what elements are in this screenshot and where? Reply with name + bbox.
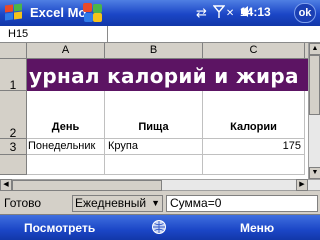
scroll-left-icon[interactable]: ◀ <box>0 179 12 191</box>
status-bar: Готово Ежедневный ▼ Сумма=0 <box>0 191 320 215</box>
header-food: Пища <box>138 121 169 133</box>
column-header-c[interactable]: C <box>203 43 305 59</box>
title-bar: Excel Mo ⇄ ✕ 14:13 ok <box>0 0 320 26</box>
cell-a4[interactable] <box>27 155 105 175</box>
column-header-b[interactable]: B <box>105 43 203 59</box>
ok-button[interactable]: ok <box>294 3 316 23</box>
cell-c3[interactable]: 175 <box>203 139 305 155</box>
day-value: Понедельник <box>28 140 96 152</box>
signal-icon[interactable] <box>212 4 226 22</box>
horizontal-scroll-thumb[interactable] <box>12 180 162 191</box>
cell-a2[interactable]: День <box>27 91 105 139</box>
row-header-2[interactable]: 2 <box>0 91 27 140</box>
vertical-scroll-thumb[interactable] <box>309 55 320 115</box>
cell-reference-box[interactable]: H15 <box>0 26 108 42</box>
banner-text: урнал калорий и жира <box>29 64 299 88</box>
calories-value: 175 <box>282 140 301 152</box>
view-dropdown-value: Ежедневный <box>75 196 147 210</box>
header-calories: Калории <box>230 121 277 133</box>
window-title: Excel Mo <box>30 5 87 20</box>
close-x-icon: ✕ <box>225 7 235 19</box>
scroll-up-icon[interactable]: ▲ <box>309 43 320 55</box>
chevron-down-icon: ▼ <box>151 198 160 208</box>
scroll-right-icon[interactable]: ▶ <box>296 179 308 191</box>
row-header-1[interactable]: 1 <box>0 59 27 92</box>
cell-b2[interactable]: Пища <box>105 91 203 139</box>
horizontal-scrollbar[interactable]: ◀ ▶ <box>0 179 320 191</box>
formula-bar: H15 <box>0 26 320 43</box>
header-day: День <box>51 121 80 133</box>
spreadsheet-grid[interactable]: A B C 1 2 3 урнал калорий и жира День Пи… <box>0 43 308 179</box>
view-softkey[interactable]: Посмотреть <box>24 221 95 235</box>
soft-key-bar: Посмотреть Меню <box>0 215 320 240</box>
app-logo-icon <box>83 3 103 23</box>
select-all-corner[interactable] <box>0 43 27 59</box>
column-header-a[interactable]: A <box>27 43 105 59</box>
autosum-field[interactable]: Сумма=0 <box>166 195 318 212</box>
cell-c2[interactable]: Калории <box>203 91 305 139</box>
cell-b4[interactable] <box>105 155 203 175</box>
title-banner-cell[interactable]: урнал калорий и жира <box>27 59 308 91</box>
vertical-scrollbar[interactable]: ▲ ▼ <box>308 43 320 179</box>
food-value: Крупа <box>108 140 138 152</box>
keyboard-icon[interactable] <box>150 219 168 235</box>
formula-input[interactable] <box>108 26 320 42</box>
menu-softkey[interactable]: Меню <box>240 221 274 235</box>
cell-c4[interactable] <box>203 155 305 175</box>
sum-value: Сумма=0 <box>170 196 222 210</box>
status-text: Готово <box>4 196 42 210</box>
windows-start-icon[interactable] <box>4 3 24 22</box>
sync-arrows-icon[interactable]: ⇄ <box>196 5 207 21</box>
clock[interactable]: 14:13 <box>240 5 271 19</box>
view-dropdown[interactable]: Ежедневный ▼ <box>72 195 163 212</box>
cell-a3[interactable]: Понедельник <box>27 139 105 155</box>
row-header-4[interactable] <box>0 155 27 175</box>
row-header-3[interactable]: 3 <box>0 139 27 155</box>
cell-b3[interactable]: Крупа <box>105 139 203 155</box>
scroll-down-icon[interactable]: ▼ <box>309 167 320 179</box>
